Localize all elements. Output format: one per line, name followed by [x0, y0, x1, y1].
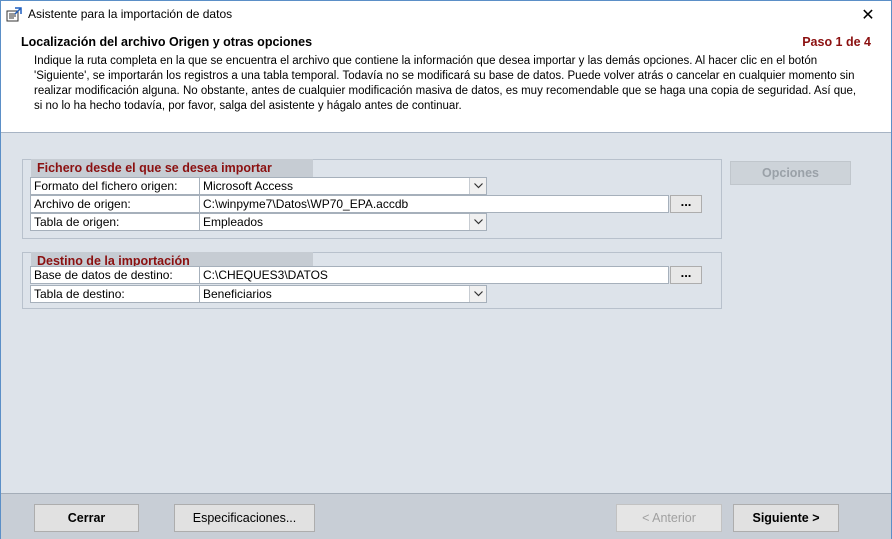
wizard-footer: Cerrar Especificaciones... < Anterior Si… — [1, 493, 891, 539]
destination-group: Destino de la importación Base de datos … — [22, 252, 722, 309]
browse-source-file-button[interactable]: ... — [670, 195, 702, 213]
chevron-down-icon[interactable] — [469, 214, 486, 230]
source-format-row: Formato del fichero origen: Microsoft Ac… — [30, 177, 490, 195]
source-table-select[interactable]: Empleados — [199, 213, 487, 231]
window-title: Asistente para la importación de datos — [28, 7, 233, 21]
source-table-row: Tabla de origen: Empleados — [30, 213, 490, 231]
source-format-select[interactable]: Microsoft Access — [199, 177, 487, 195]
chevron-down-icon[interactable] — [469, 286, 486, 302]
source-file-row: Archivo de origen: C:\winpyme7\Datos\WP7… — [30, 195, 710, 213]
close-button[interactable]: Cerrar — [34, 504, 139, 532]
specifications-button[interactable]: Especificaciones... — [174, 504, 315, 532]
browse-dest-db-button[interactable]: ... — [670, 266, 702, 284]
chevron-down-icon[interactable] — [469, 178, 486, 194]
close-window-button[interactable]: ✕ — [845, 1, 891, 29]
dest-table-row: Tabla de destino: Beneficiarios — [30, 285, 490, 303]
wizard-header: Localización del archivo Origen y otras … — [1, 29, 891, 133]
dest-db-label: Base de datos de destino: — [30, 266, 200, 284]
page-title: Localización del archivo Origen y otras … — [21, 35, 313, 49]
source-file-group: Fichero desde el que se desea importar F… — [22, 159, 722, 239]
source-format-label: Formato del fichero origen: — [30, 177, 200, 195]
instructions-text: Indique la ruta completa en la que se en… — [34, 55, 857, 112]
source-file-input[interactable]: C:\winpyme7\Datos\WP70_EPA.accdb — [199, 195, 669, 213]
source-format-value: Microsoft Access — [203, 179, 294, 193]
dest-db-row: Base de datos de destino: C:\CHEQUES3\DA… — [30, 266, 710, 284]
source-table-label: Tabla de origen: — [30, 213, 200, 231]
import-wizard-icon — [6, 7, 22, 22]
dest-db-input[interactable]: C:\CHEQUES3\DATOS — [199, 266, 669, 284]
previous-button[interactable]: < Anterior — [616, 504, 722, 532]
dest-table-select[interactable]: Beneficiarios — [199, 285, 487, 303]
dest-table-label: Tabla de destino: — [30, 285, 200, 303]
source-file-label: Archivo de origen: — [30, 195, 200, 213]
source-group-title: Fichero desde el que se desea importar — [31, 159, 313, 177]
title-bar: Asistente para la importación de datos ✕ — [1, 1, 891, 29]
next-button[interactable]: Siguiente > — [733, 504, 839, 532]
source-table-value: Empleados — [203, 215, 264, 229]
import-wizard-window: Asistente para la importación de datos ✕… — [0, 0, 892, 539]
options-button[interactable]: Opciones — [730, 161, 851, 185]
dest-table-value: Beneficiarios — [203, 287, 272, 301]
close-icon: ✕ — [861, 7, 875, 24]
step-indicator: Paso 1 de 4 — [802, 35, 871, 49]
